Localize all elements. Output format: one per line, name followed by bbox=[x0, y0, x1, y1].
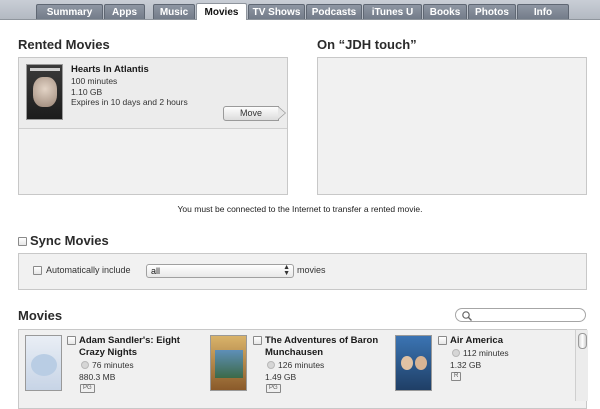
movie-poster bbox=[395, 335, 432, 391]
movie-title-line1: Air America bbox=[450, 335, 503, 346]
movie-checkbox[interactable] bbox=[438, 336, 447, 345]
tab-photos[interactable]: Photos bbox=[468, 4, 516, 19]
movie-title-line1: Adam Sandler's: Eight bbox=[79, 335, 180, 346]
movie-duration: 112 minutes bbox=[463, 348, 509, 358]
movies-suffix: movies bbox=[297, 265, 326, 275]
clock-icon bbox=[452, 349, 460, 357]
movie-poster bbox=[26, 64, 63, 120]
poster-graphic bbox=[215, 350, 243, 378]
tab-movies[interactable]: Movies bbox=[196, 3, 247, 20]
movie-size: 1.49 GB bbox=[265, 372, 297, 382]
tab-info[interactable]: Info bbox=[517, 4, 569, 19]
auto-include-select[interactable]: all ▲ ▼ bbox=[146, 264, 294, 278]
move-button[interactable]: Move bbox=[223, 106, 286, 121]
auto-include-value: all bbox=[151, 266, 161, 276]
movie-checkbox[interactable] bbox=[67, 336, 76, 345]
clock-icon bbox=[81, 361, 89, 369]
poster-face-graphic bbox=[33, 77, 57, 107]
movie-title-line2: Munchausen bbox=[265, 347, 324, 358]
search-input[interactable] bbox=[455, 308, 586, 322]
movie-item[interactable]: The Adventures of Baron Munchausen 126 m… bbox=[205, 330, 395, 402]
search-icon bbox=[462, 311, 472, 321]
auto-include-label: Automatically include bbox=[46, 265, 131, 275]
rented-movie-duration: 100 minutes bbox=[71, 76, 118, 86]
rented-movies-panel: Hearts In Atlantis 100 minutes 1.10 GB E… bbox=[18, 57, 288, 195]
scrollbar-thumb[interactable] bbox=[578, 333, 587, 349]
tab-summary[interactable]: Summary bbox=[36, 4, 103, 19]
device-movies-panel[interactable] bbox=[317, 57, 587, 195]
tab-apps[interactable]: Apps bbox=[104, 4, 145, 19]
sync-movies-label: Sync Movies bbox=[30, 233, 109, 248]
movie-size: 1.32 GB bbox=[450, 360, 482, 370]
tab-bar: Summary Apps Music Movies TV Shows Podca… bbox=[0, 0, 600, 20]
movie-size: 880.3 MB bbox=[79, 372, 116, 382]
rating-badge: R bbox=[451, 372, 462, 381]
movie-duration: 126 minutes bbox=[278, 360, 325, 370]
rented-movie-expiry: Expires in 10 days and 2 hours bbox=[71, 97, 188, 107]
tab-books[interactable]: Books bbox=[423, 4, 467, 19]
tab-itunes-u[interactable]: iTunes U bbox=[363, 4, 422, 19]
auto-include-checkbox[interactable] bbox=[33, 266, 42, 275]
tab-music[interactable]: Music bbox=[153, 4, 195, 19]
rented-movies-title: Rented Movies bbox=[18, 37, 110, 52]
select-arrows-icon: ▲ ▼ bbox=[283, 264, 290, 277]
tab-podcasts[interactable]: Podcasts bbox=[306, 4, 362, 19]
movies-scrollbar[interactable] bbox=[575, 330, 588, 401]
movie-item[interactable]: Air America 112 minutes 1.32 GB R bbox=[393, 330, 573, 402]
rating-badge: PG bbox=[80, 384, 95, 393]
movies-list-panel: Adam Sandler's: Eight Crazy Nights 76 mi… bbox=[18, 329, 587, 409]
movie-duration: 76 minutes bbox=[92, 360, 134, 370]
poster-title-graphic bbox=[30, 68, 60, 71]
rented-movie-item[interactable]: Hearts In Atlantis 100 minutes 1.10 GB E… bbox=[19, 58, 287, 129]
tab-tv-shows[interactable]: TV Shows bbox=[248, 4, 305, 19]
rating-badge: PG bbox=[266, 384, 281, 393]
poster-graphic bbox=[31, 354, 57, 376]
device-title: On “JDH touch” bbox=[317, 37, 417, 52]
rented-movie-title: Hearts In Atlantis bbox=[71, 64, 149, 75]
movie-title-line1: The Adventures of Baron bbox=[265, 335, 379, 346]
movies-title: Movies bbox=[18, 308, 63, 323]
movie-poster bbox=[25, 335, 62, 391]
move-button-label: Move bbox=[239, 108, 262, 118]
poster-graphic bbox=[401, 356, 413, 370]
movie-item[interactable]: Adam Sandler's: Eight Crazy Nights 76 mi… bbox=[19, 330, 204, 402]
clock-icon bbox=[267, 361, 275, 369]
movie-checkbox[interactable] bbox=[253, 336, 262, 345]
poster-graphic bbox=[415, 356, 427, 370]
sync-movies-checkbox[interactable] bbox=[18, 237, 27, 246]
movie-poster bbox=[210, 335, 247, 391]
rented-movie-size: 1.10 GB bbox=[71, 87, 103, 97]
movie-title-line2: Crazy Nights bbox=[79, 347, 138, 358]
rental-notice: You must be connected to the Internet to… bbox=[177, 204, 423, 214]
